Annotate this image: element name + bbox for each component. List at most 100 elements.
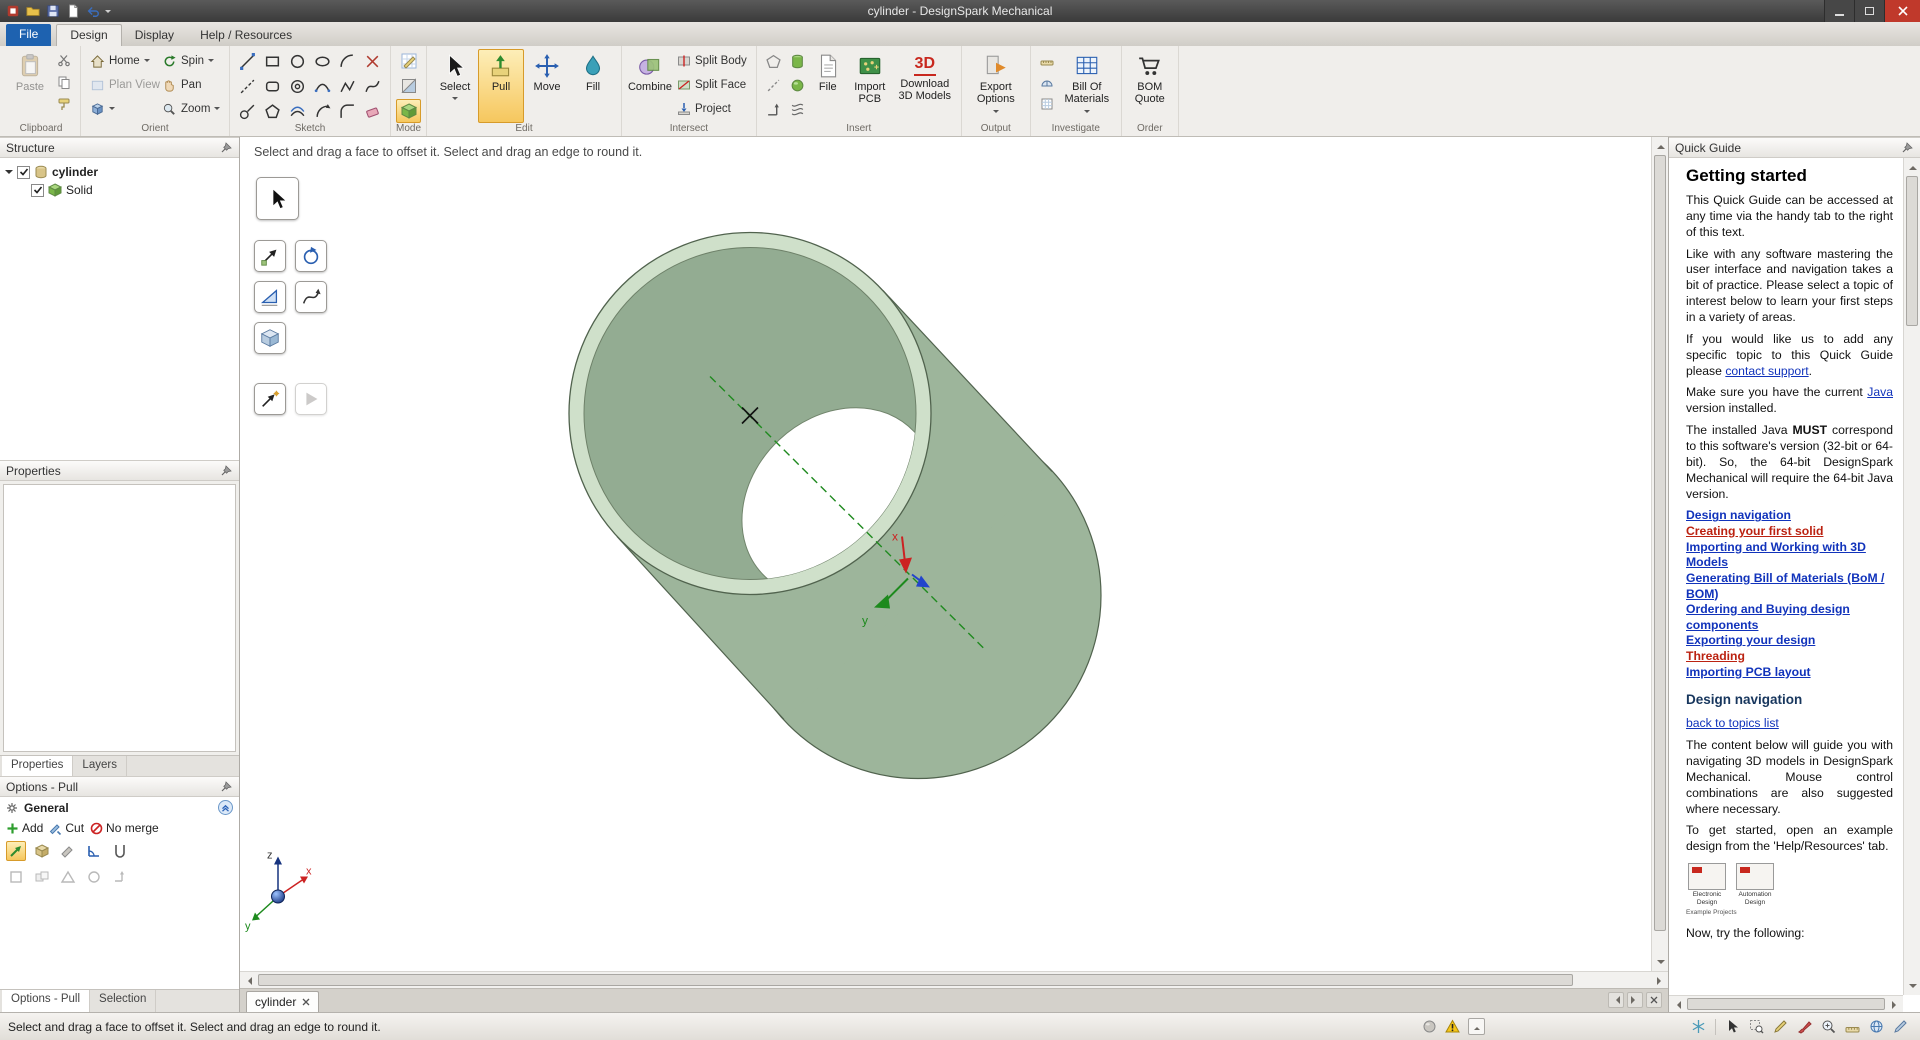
cut-icon[interactable]: [55, 51, 73, 69]
insert-plane-icon[interactable]: [762, 49, 786, 73]
new-document-icon[interactable]: [65, 3, 81, 19]
scroll-right-icon[interactable]: [1651, 972, 1668, 989]
globe-icon[interactable]: [1869, 1019, 1884, 1034]
scroll-left-icon[interactable]: [240, 972, 257, 989]
sketch-pencil-icon[interactable]: [1773, 1019, 1788, 1034]
example-project-thumb-2[interactable]: Automation Design: [1734, 863, 1776, 907]
insert-sphere-icon[interactable]: [786, 73, 810, 97]
vertical-scroll-thumb[interactable]: [1654, 155, 1666, 931]
vertical-scroll-thumb[interactable]: [1906, 176, 1918, 326]
plan-view-button[interactable]: Plan View: [86, 73, 158, 97]
sketch-ellipse-icon[interactable]: [310, 49, 335, 74]
pull-measure-option-button[interactable]: [84, 841, 104, 861]
pull-direction-option-button[interactable]: [32, 841, 52, 861]
tab-properties[interactable]: Properties: [2, 756, 73, 776]
move-button[interactable]: Move: [524, 49, 570, 123]
link-importing-3d-models[interactable]: Importing and Working with 3D Models: [1686, 540, 1893, 571]
insert-axis-icon[interactable]: [762, 97, 786, 121]
fill-button[interactable]: Fill: [570, 49, 616, 123]
tab-scroll-right-icon[interactable]: [1627, 992, 1643, 1008]
split-body-button[interactable]: Split Body: [673, 49, 751, 73]
sketch-circle-icon[interactable]: [285, 49, 310, 74]
pull-option-disabled-2[interactable]: [32, 867, 52, 887]
link-exporting-design[interactable]: Exporting your design: [1686, 633, 1893, 649]
example-project-thumb-1[interactable]: Electronic Design: [1686, 863, 1728, 907]
sketch-offset-icon[interactable]: [285, 99, 310, 124]
scroll-up-icon[interactable]: [1652, 137, 1669, 154]
zoom-in-icon[interactable]: [1821, 1019, 1836, 1034]
ruler-icon[interactable]: [1038, 51, 1056, 69]
sketch-construction-line-icon[interactable]: [235, 74, 260, 99]
tab-selection[interactable]: Selection: [90, 990, 156, 1012]
sketch-rectangle-icon[interactable]: [260, 49, 285, 74]
link-generating-bom[interactable]: Generating Bill of Materials (BoM / BOM): [1686, 571, 1893, 602]
document-tab-close-icon[interactable]: [302, 998, 310, 1006]
3d-canvas[interactable]: Select and drag a face to offset it. Sel…: [240, 137, 1651, 971]
collapse-section-icon[interactable]: [218, 800, 233, 815]
link-threading[interactable]: Threading: [1686, 649, 1893, 665]
insert-helix-icon[interactable]: [786, 97, 810, 121]
up-to-tool-button[interactable]: [254, 383, 286, 415]
sketch-concentric-circle-icon[interactable]: [285, 74, 310, 99]
corner-triad[interactable]: z x y: [245, 850, 312, 933]
blend-tool-button[interactable]: [254, 322, 286, 354]
bill-of-materials-button[interactable]: Bill Of Materials: [1058, 49, 1116, 123]
import-pcb-button[interactable]: Import PCB: [846, 49, 894, 123]
select-mode-icon[interactable]: [1725, 1019, 1740, 1034]
canvas-horizontal-scrollbar[interactable]: [240, 971, 1668, 988]
tab-display[interactable]: Display: [122, 25, 187, 46]
snap-icon[interactable]: [1691, 1019, 1706, 1034]
pull-arrow-tool-button[interactable]: [254, 240, 286, 272]
minimize-button[interactable]: [1824, 0, 1854, 22]
sketch-arc-icon[interactable]: [335, 49, 360, 74]
tab-help-resources[interactable]: Help / Resources: [187, 25, 305, 46]
link-design-navigation[interactable]: Design navigation: [1686, 508, 1893, 524]
sketch-mode-button[interactable]: [396, 49, 421, 73]
tree-expander-icon[interactable]: [5, 170, 13, 178]
paste-button[interactable]: Paste: [7, 49, 53, 123]
protractor-icon[interactable]: [1038, 73, 1056, 91]
link-creating-first-solid[interactable]: Creating your first solid: [1686, 524, 1893, 540]
warning-icon[interactable]: [1445, 1019, 1460, 1034]
combine-button[interactable]: Combine: [627, 49, 673, 123]
pan-button[interactable]: Pan: [158, 73, 224, 97]
grid-sheet-icon[interactable]: [1038, 95, 1056, 113]
tab-layers[interactable]: Layers: [73, 756, 127, 776]
tree-item-solid[interactable]: Solid: [66, 183, 93, 197]
pull-default-option-button[interactable]: [6, 841, 26, 861]
tab-file[interactable]: File: [6, 24, 51, 46]
scroll-right-icon[interactable]: [1886, 996, 1903, 1013]
pull-cut-tool-button[interactable]: [58, 841, 78, 861]
pin-icon[interactable]: [220, 141, 233, 154]
maximize-button[interactable]: [1854, 0, 1884, 22]
zoom-button[interactable]: Zoom: [158, 97, 224, 121]
highlight-brush-icon[interactable]: [1797, 1019, 1812, 1034]
tab-options-pull[interactable]: Options - Pull: [2, 990, 90, 1012]
horizontal-scroll-thumb[interactable]: [258, 974, 1573, 986]
format-painter-icon[interactable]: [55, 95, 73, 113]
pin-icon[interactable]: [220, 464, 233, 477]
open-folder-icon[interactable]: [25, 3, 41, 19]
copy-icon[interactable]: [55, 73, 73, 91]
save-icon[interactable]: [45, 3, 61, 19]
close-button[interactable]: [1884, 0, 1920, 22]
scroll-down-icon[interactable]: [1652, 954, 1669, 971]
quick-guide-horizontal-scrollbar[interactable]: [1669, 995, 1903, 1012]
pull-option-disabled-3[interactable]: [58, 867, 78, 887]
pull-no-merge-option[interactable]: No merge: [90, 821, 159, 835]
sketch-line-icon[interactable]: [235, 49, 260, 74]
back-to-topics-link[interactable]: back to topics list: [1686, 716, 1779, 730]
draft-tool-button[interactable]: [254, 281, 286, 313]
solid-checkbox[interactable]: [31, 184, 44, 197]
pull-button[interactable]: Pull: [478, 49, 524, 123]
pull-option-disabled-4[interactable]: [84, 867, 104, 887]
measure-icon[interactable]: [1845, 1019, 1860, 1034]
sketch-polygon-icon[interactable]: [260, 99, 285, 124]
document-tab-cylinder[interactable]: cylinder: [246, 991, 319, 1012]
3d-viewport[interactable]: x y z: [240, 137, 1651, 971]
next-face-tool-button[interactable]: [295, 383, 327, 415]
scroll-down-icon[interactable]: [1904, 978, 1920, 995]
canvas-vertical-scrollbar[interactable]: [1651, 137, 1668, 971]
sketch-rounded-rectangle-icon[interactable]: [260, 74, 285, 99]
pull-full-option-button[interactable]: [110, 841, 130, 861]
